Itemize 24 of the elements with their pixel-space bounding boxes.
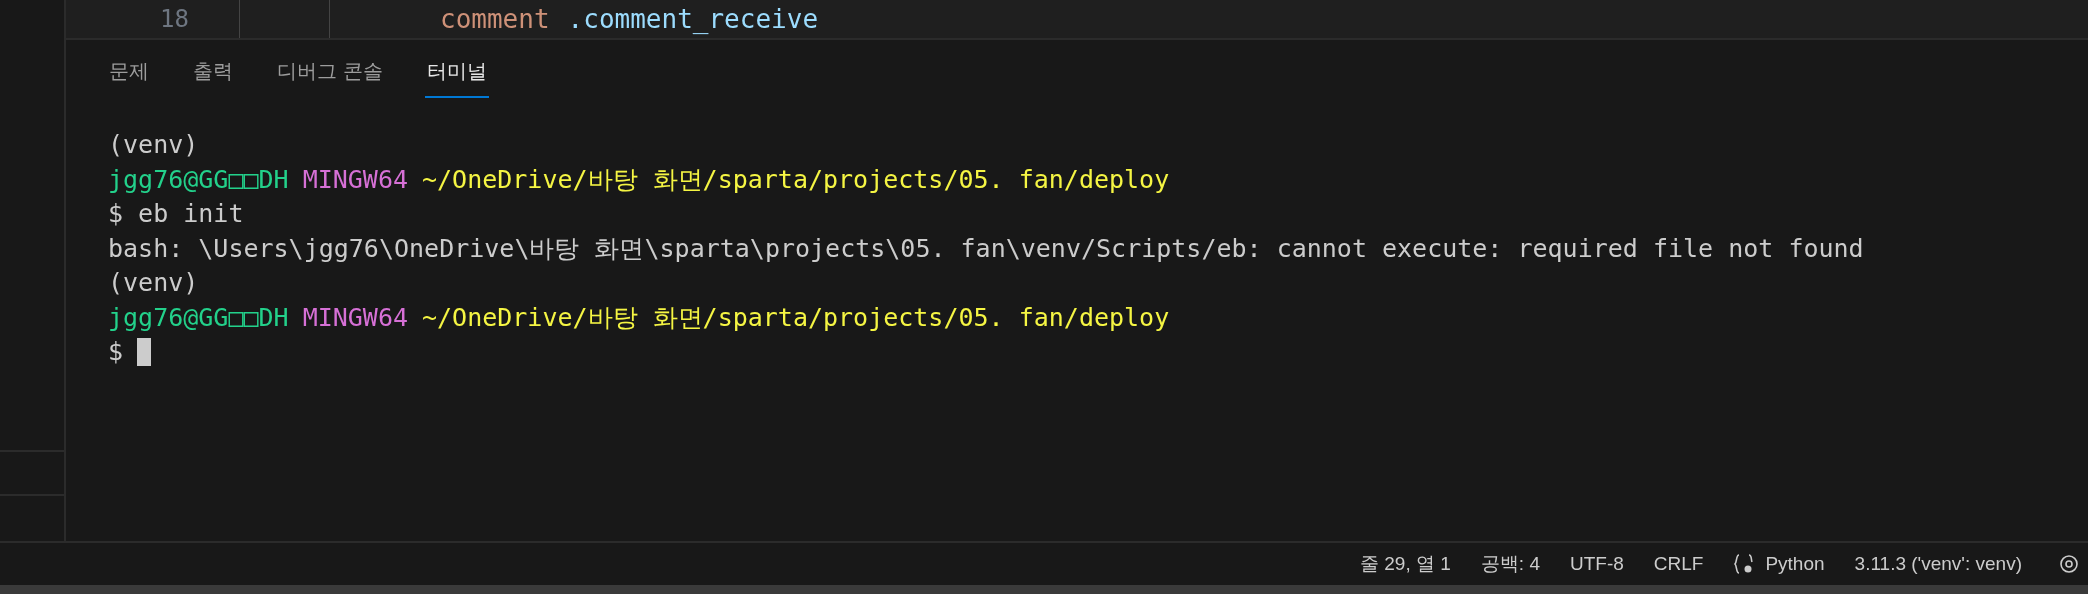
terminal-text: $ bbox=[108, 336, 124, 368]
status-item[interactable]: UTF-8 bbox=[1561, 549, 1632, 579]
terminal-text: ~/OneDrive/바탕 화면/sparta/projects/05. fan/deploy bbox=[422, 163, 1170, 196]
panel-tab[interactable]: 터미널 bbox=[424, 56, 489, 98]
terminal-text: $ eb init bbox=[108, 198, 244, 230]
terminal-text: (venv) bbox=[108, 267, 199, 299]
status-item[interactable]: 3.11.3 ('venv': venv) bbox=[1846, 549, 2030, 579]
status-item[interactable]: 줄 29, 열 1 bbox=[1352, 549, 1459, 579]
terminal-text: bash: \Users\jgg76\OneDrive\바탕 화면\sparta\projects\05. fan\venv/Scripts/eb: cannot execute: required file not found bbox=[108, 232, 1864, 265]
terminal-text: jgg76@GG□□DH bbox=[108, 163, 289, 196]
terminal-text: jgg76@GG□□DH bbox=[108, 301, 289, 334]
status-item[interactable]: 공백: 4 bbox=[1472, 549, 1548, 579]
panel-tab[interactable]: 디버그 콘솔 bbox=[275, 56, 385, 98]
terminal-text: ~/OneDrive/바탕 화면/sparta/projects/05. fan/deploy bbox=[422, 301, 1170, 334]
code-token: comment bbox=[440, 3, 550, 36]
language-mode-button[interactable]: Python bbox=[1725, 549, 1833, 579]
code-token: .comment_receive bbox=[567, 3, 819, 36]
panel-tab[interactable]: 문제 bbox=[107, 56, 151, 98]
status-item[interactable]: CRLF bbox=[1645, 549, 1712, 579]
panel-tab[interactable]: 출력 bbox=[191, 56, 235, 98]
terminal-text: (venv) bbox=[108, 129, 199, 161]
terminal-text: MINGW64 bbox=[302, 163, 408, 196]
terminal-text: MINGW64 bbox=[302, 301, 408, 334]
line-number: 18 bbox=[160, 4, 189, 35]
